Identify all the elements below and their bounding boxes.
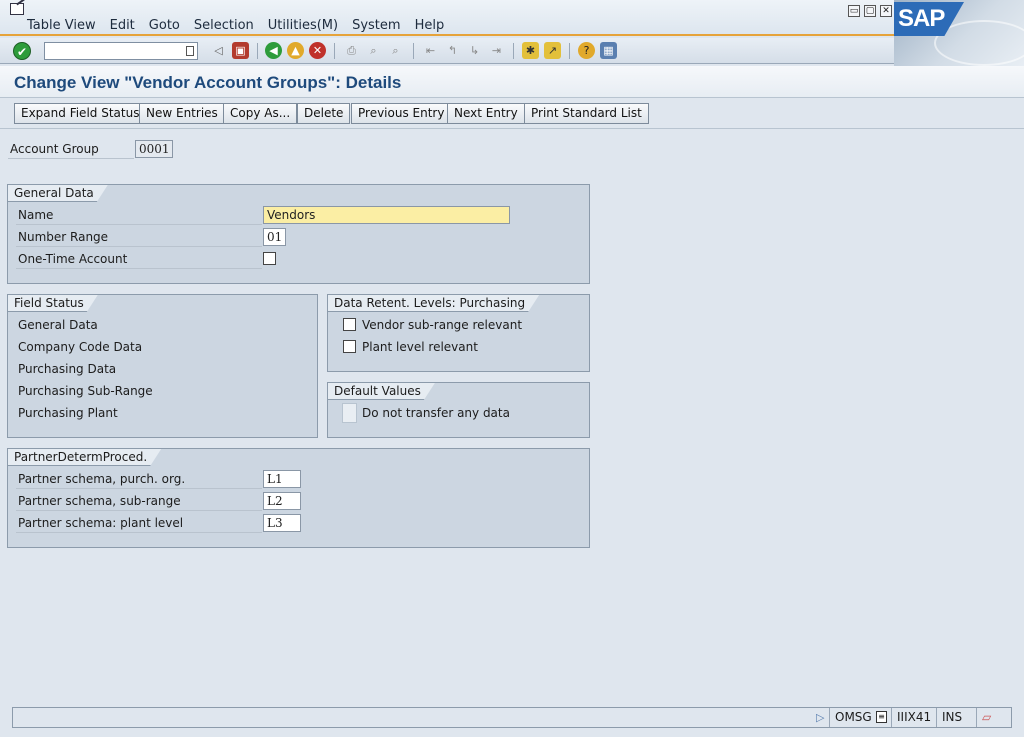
enter-icon[interactable]: ✔	[13, 42, 31, 60]
create-session-icon[interactable]: ✱	[522, 42, 539, 59]
label-underline	[16, 224, 262, 225]
menu-goto[interactable]: Goto	[149, 18, 180, 33]
find-next-icon[interactable]: ⌕	[387, 42, 404, 59]
save-icon[interactable]: ▣	[232, 42, 249, 59]
status-bar: ▷ OMSG ≡ IIIX41 INS ▱	[12, 707, 1012, 728]
no-transfer-checkbox[interactable]	[342, 403, 357, 423]
sap-logo: SAP	[894, 0, 1024, 66]
new-entries-button[interactable]: New Entries	[139, 103, 225, 124]
standard-toolbar: ✔ ◁ ▣ ◀ ▲ ✕ ⎙ ⌕ ⌕ ⇤ ↰ ↳ ⇥ ✱ ↗ ? ▦	[0, 38, 894, 64]
last-page-icon[interactable]: ⇥	[488, 42, 505, 59]
field-status-company-code-data[interactable]: Company Code Data	[18, 340, 142, 354]
number-range-label: Number Range	[18, 230, 109, 244]
next-page-icon[interactable]: ↳	[466, 42, 483, 59]
status-mode: INS	[936, 708, 976, 727]
label-underline	[16, 246, 262, 247]
toolbar-separator	[257, 43, 258, 59]
previous-page-icon[interactable]: ↰	[444, 42, 461, 59]
data-retention-title: Data Retent. Levels: Purchasing	[328, 295, 539, 312]
exit-icon[interactable]: ▲	[287, 42, 304, 59]
triangle-left-icon: ◁	[214, 44, 223, 57]
menu-system[interactable]: System	[352, 18, 400, 33]
plant-level-checkbox[interactable]	[343, 340, 356, 353]
partner-determination-title: PartnerDetermProced.	[8, 449, 161, 466]
menu-selection[interactable]: Selection	[194, 18, 254, 33]
previous-entry-button[interactable]: Previous Entry	[351, 103, 452, 124]
partner-schema-plant-level-input[interactable]: L3	[263, 514, 301, 532]
field-status-purchasing-data[interactable]: Purchasing Data	[18, 362, 116, 376]
expand-field-status-button[interactable]: Expand Field Status	[14, 103, 147, 124]
toolbar-separator	[569, 43, 570, 59]
shortcut-icon[interactable]: ↗	[544, 42, 561, 59]
partner-schema-sub-range-input[interactable]: L2	[263, 492, 301, 510]
plant-level-label: Plant level relevant	[362, 340, 478, 354]
minimize-icon[interactable]: ▭	[848, 5, 860, 17]
partner-schema-sub-range-label: Partner schema, sub-range	[18, 494, 181, 508]
no-transfer-label: Do not transfer any data	[362, 406, 510, 420]
cancel-icon[interactable]: ✕	[309, 42, 326, 59]
status-server: IIIX41	[891, 708, 936, 727]
menu-table-view[interactable]: Table View	[27, 18, 96, 33]
partner-schema-purch-org-label: Partner schema, purch. org.	[18, 472, 186, 486]
command-input[interactable]	[45, 43, 181, 59]
field-status-general-data[interactable]: General Data	[18, 318, 98, 332]
layout-icon[interactable]: ▦	[600, 42, 617, 59]
name-label: Name	[18, 208, 54, 222]
copy-as-button[interactable]: Copy As...	[223, 103, 298, 124]
print-standard-list-button[interactable]: Print Standard List	[524, 103, 649, 124]
print-icon[interactable]: ⎙	[343, 42, 360, 59]
field-status-purchasing-sub-range[interactable]: Purchasing Sub-Range	[18, 384, 153, 398]
account-group-label: Account Group	[10, 142, 99, 156]
delete-button[interactable]: Delete	[297, 103, 351, 124]
status-system: OMSG ≡	[829, 708, 891, 727]
back-icon[interactable]: ◀	[265, 42, 282, 59]
menu-items: Table View Edit Goto Selection Utilities…	[27, 18, 458, 33]
find-icon[interactable]: ⌕	[365, 42, 382, 59]
status-lock-icon: ▱	[976, 708, 1011, 727]
command-field[interactable]	[44, 42, 198, 60]
command-history-icon[interactable]	[186, 46, 194, 56]
status-expand-icon[interactable]: ▷	[816, 708, 824, 727]
general-data-title: General Data	[8, 185, 108, 202]
help-icon[interactable]: ?	[578, 42, 595, 59]
menu-edit[interactable]: Edit	[110, 18, 135, 33]
vendor-subrange-checkbox[interactable]	[343, 318, 356, 331]
window-controls: ▭ ▢ ✕	[848, 5, 892, 17]
menu-bar: Table View Edit Goto Selection Utilities…	[0, 0, 1024, 36]
partner-schema-plant-level-label: Partner schema: plant level	[18, 516, 184, 530]
partner-schema-purch-org-input[interactable]: L1	[263, 470, 301, 488]
page-title: Change View "Vendor Account Groups": Det…	[14, 73, 402, 92]
name-input[interactable]: Vendors	[263, 206, 510, 224]
menu-options-icon[interactable]	[10, 3, 24, 15]
account-group-field: 0001	[135, 140, 173, 158]
one-time-account-checkbox[interactable]	[263, 252, 276, 265]
system-info-icon[interactable]: ≡	[876, 711, 887, 723]
field-status-title: Field Status	[8, 295, 98, 312]
field-status-purchasing-plant[interactable]: Purchasing Plant	[18, 406, 118, 420]
label-underline	[8, 158, 134, 159]
label-underline	[16, 510, 262, 511]
number-range-input[interactable]: 01	[263, 228, 286, 246]
one-time-account-label: One-Time Account	[18, 252, 128, 266]
next-entry-button[interactable]: Next Entry	[447, 103, 525, 124]
title-area: Change View "Vendor Account Groups": Det…	[0, 66, 1024, 98]
toolbar-separator	[413, 43, 414, 59]
first-page-icon[interactable]: ⇤	[422, 42, 439, 59]
label-underline	[16, 532, 262, 533]
menu-help[interactable]: Help	[415, 18, 445, 33]
close-icon[interactable]: ✕	[880, 5, 892, 17]
application-toolbar: Expand Field Status New Entries Copy As.…	[0, 99, 1024, 129]
vendor-subrange-label: Vendor sub-range relevant	[362, 318, 523, 332]
status-system-text: OMSG	[835, 710, 872, 724]
label-underline	[16, 488, 262, 489]
toolbar-separator	[513, 43, 514, 59]
toolbar-separator	[334, 43, 335, 59]
data-retention-group: Data Retent. Levels: Purchasing	[327, 294, 590, 372]
restore-icon[interactable]: ▢	[864, 5, 876, 17]
default-values-title: Default Values	[328, 383, 435, 400]
label-underline	[16, 268, 262, 269]
menu-utilities[interactable]: Utilities(M)	[268, 18, 338, 33]
